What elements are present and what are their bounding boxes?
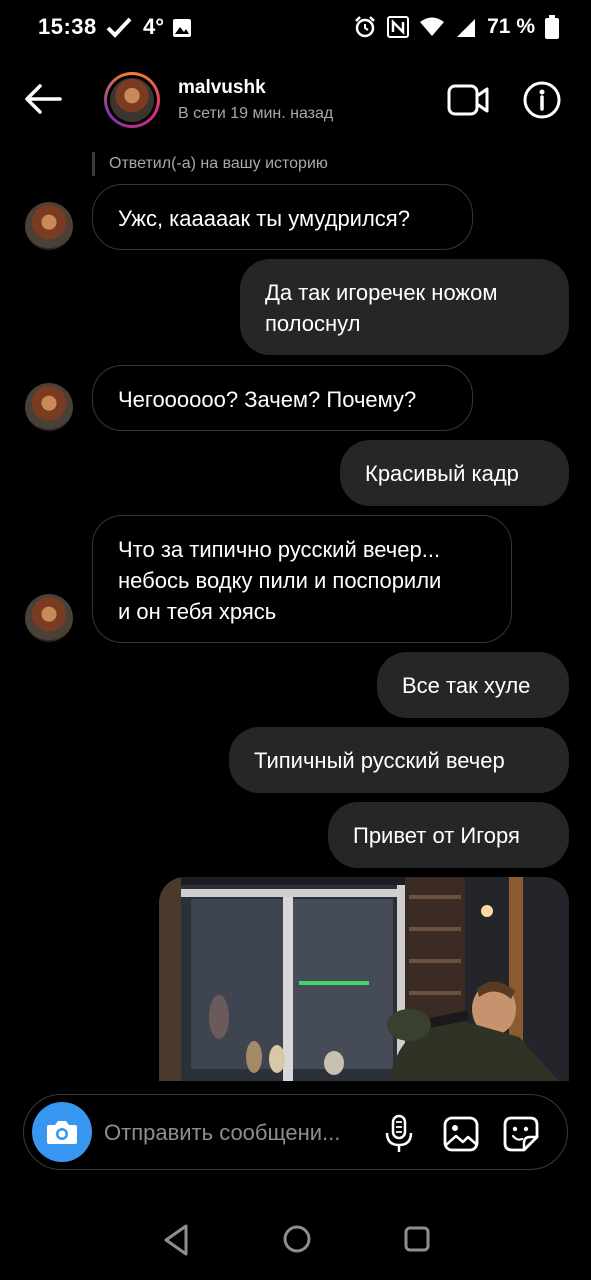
status-temperature: 4° [143,14,165,39]
sender-avatar[interactable] [25,383,73,431]
message-bubble-sent[interactable]: Да так игоречек ножом полоснул [240,259,569,355]
message-text: Типичный русский вечер [254,748,505,773]
back-arrow-icon[interactable] [22,78,64,120]
gallery-icon[interactable] [442,1115,480,1153]
message-bubble-sent[interactable]: Красивый кадр [340,440,569,506]
info-icon[interactable] [520,78,564,122]
nav-home-icon[interactable] [280,1222,314,1256]
camera-button[interactable] [32,1102,92,1162]
message-bubble-sent[interactable]: Типичный русский вечер [229,727,569,793]
nav-back-icon[interactable] [160,1222,192,1258]
status-icons: 71 % [353,12,559,42]
alarm-icon [355,16,376,38]
status-bar: 15:38 4° 71 % [0,0,591,56]
message-text: и он тебя хрясь [118,599,277,624]
photo-content [159,877,569,1081]
message-text: Что за типично русский вечер... [118,537,441,562]
message-composer [23,1094,568,1170]
battery-icon [545,15,559,39]
nfc-icon [387,16,410,38]
online-status: В сети 19 мин. назад [178,105,334,122]
check-icon [106,17,132,38]
message-text: Чегоооооо? Зачем? Почему? [118,387,417,412]
image-icon [173,19,191,37]
camera-icon [47,1121,77,1144]
sticker-icon[interactable] [502,1115,540,1153]
message-text: Ужс, кааааак ты умудрился? [118,206,410,231]
chat-header: malvushk В сети 19 мин. назад [0,56,591,144]
sender-avatar[interactable] [25,594,73,642]
video-call-icon[interactable] [446,80,490,120]
message-bubble-received[interactable]: Что за типично русский вечер... небось в… [92,515,512,643]
status-time: 15:38 [38,14,97,39]
message-text: Привет от Игоря [353,823,520,848]
system-nav-bar [0,1200,591,1280]
nav-recents-icon[interactable] [402,1224,432,1254]
sender-avatar[interactable] [25,202,73,250]
microphone-icon[interactable] [382,1114,416,1154]
message-text: Да так игоречек ножом [265,280,498,305]
photo-message[interactable] [159,877,569,1081]
message-bubble-sent[interactable]: Привет от Игоря [328,802,569,868]
story-reply-note: Ответил(-а) на вашу историю [92,152,328,176]
avatar[interactable] [104,72,160,128]
battery-percent: 71 % [487,15,535,38]
wifi-icon [420,17,445,36]
message-text: небось водку пили и поспорили [118,568,442,593]
message-bubble-received[interactable]: Чегоооооо? Зачем? Почему? [92,365,473,431]
signal-icon [457,19,476,37]
message-text: Красивый кадр [365,461,519,486]
message-text: Все так хуле [402,673,531,698]
message-text: полоснул [265,311,361,336]
message-bubble-sent[interactable]: Все так хуле [377,652,569,718]
message-input[interactable] [104,1115,374,1151]
message-bubble-received[interactable]: Ужс, кааааак ты умудрился? [92,184,473,250]
username[interactable]: malvushk [178,77,266,99]
